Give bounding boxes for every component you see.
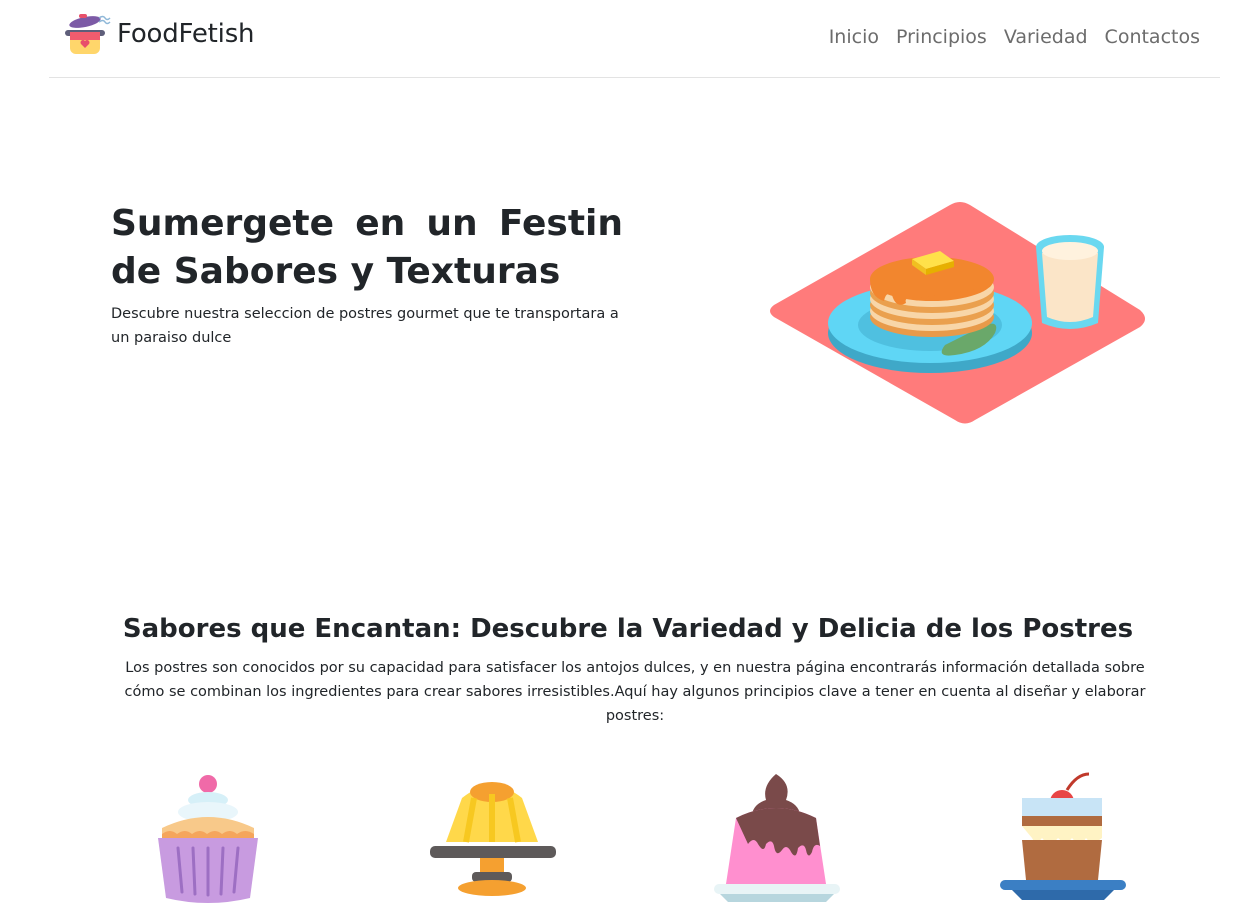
- hero-title: Sumergete en un Festin de Sabores y Text…: [111, 203, 623, 292]
- nav-link-contactos[interactable]: Contactos: [1105, 26, 1200, 48]
- brand-link[interactable]: FoodFetish: [61, 12, 255, 56]
- nav-link-inicio[interactable]: Inicio: [829, 26, 879, 48]
- nav-link-principios[interactable]: Principios: [896, 26, 987, 48]
- cooking-pot-icon: [65, 14, 111, 54]
- hero-description: Descubre nuestra seleccion de postres go…: [111, 306, 619, 346]
- jelly-cake-icon: [430, 782, 556, 896]
- pudding-icon: [714, 774, 840, 902]
- nav-menu: Inicio Principios Variedad Contactos: [829, 26, 1200, 48]
- brand-name: FoodFetish: [117, 19, 255, 49]
- section-title: Sabores que Encantan: Descubre la Varied…: [122, 614, 1134, 644]
- cherry-parfait-icon: [1000, 772, 1126, 900]
- pancakes-milk-illustration: [770, 202, 1145, 424]
- navbar: FoodFetish Inicio Principios Variedad Co…: [49, 0, 1220, 78]
- nav-link-variedad[interactable]: Variedad: [1004, 26, 1088, 48]
- section-description: Los postres son conocidos por su capacid…: [124, 660, 1146, 724]
- cupcake-icon: [158, 775, 258, 903]
